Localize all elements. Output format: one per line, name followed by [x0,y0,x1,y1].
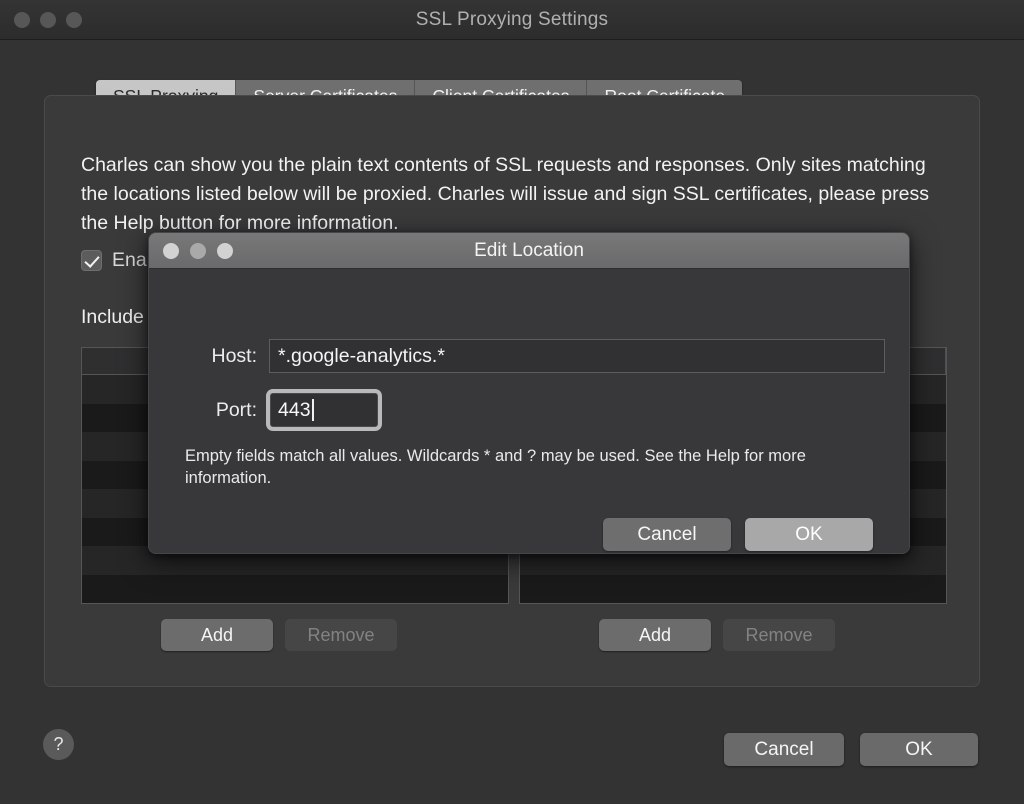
exclude-remove-button: Remove [723,619,835,651]
ok-button[interactable]: OK [860,733,978,766]
dialog-close-icon[interactable] [163,243,179,259]
checkmark-icon[interactable] [81,250,102,271]
port-field-row: Port: 443 [185,389,382,431]
dialog-button-row: Cancel OK [603,518,873,551]
port-focus-ring: 443 [266,389,382,431]
panel-description: Charles can show you the plain text cont… [81,151,951,238]
edit-location-dialog: Edit Location Host: *.google-analytics.*… [148,232,910,554]
include-button-row: Add Remove [161,619,397,651]
table-row[interactable] [82,575,508,604]
include-label: Include [81,306,144,329]
window-titlebar: SSL Proxying Settings [0,0,1024,40]
port-label: Port: [185,399,257,422]
host-field-row: Host: *.google-analytics.* [185,339,885,373]
exclude-add-button[interactable]: Add [599,619,711,651]
dialog-body: Host: *.google-analytics.* Port: 443 Emp… [149,269,909,554]
column-divider[interactable] [945,348,946,374]
dialog-traffic-lights [163,243,233,259]
host-label: Host: [185,345,257,368]
exclude-button-row: Add Remove [599,619,835,651]
dialog-minimize-icon[interactable] [190,243,206,259]
text-caret [312,399,314,421]
dialog-titlebar: Edit Location [149,233,909,269]
dialog-title: Edit Location [149,233,909,269]
dialog-cancel-button[interactable]: Cancel [603,518,731,551]
host-input[interactable]: *.google-analytics.* [269,339,885,373]
table-row[interactable] [520,575,946,604]
port-input[interactable]: 443 [270,393,378,427]
include-remove-button: Remove [285,619,397,651]
dialog-ok-button[interactable]: OK [745,518,873,551]
app-window: SSL Proxying Settings SSL Proxying Serve… [0,0,1024,804]
port-input-value: 443 [278,399,311,422]
cancel-button[interactable]: Cancel [724,733,844,766]
window-title: SSL Proxying Settings [0,0,1024,40]
include-add-button[interactable]: Add [161,619,273,651]
dialog-hint-text: Empty fields match all values. Wildcards… [185,445,855,489]
dialog-zoom-icon[interactable] [217,243,233,259]
footer-button-row: Cancel OK [724,733,978,766]
help-icon[interactable]: ? [43,729,74,760]
